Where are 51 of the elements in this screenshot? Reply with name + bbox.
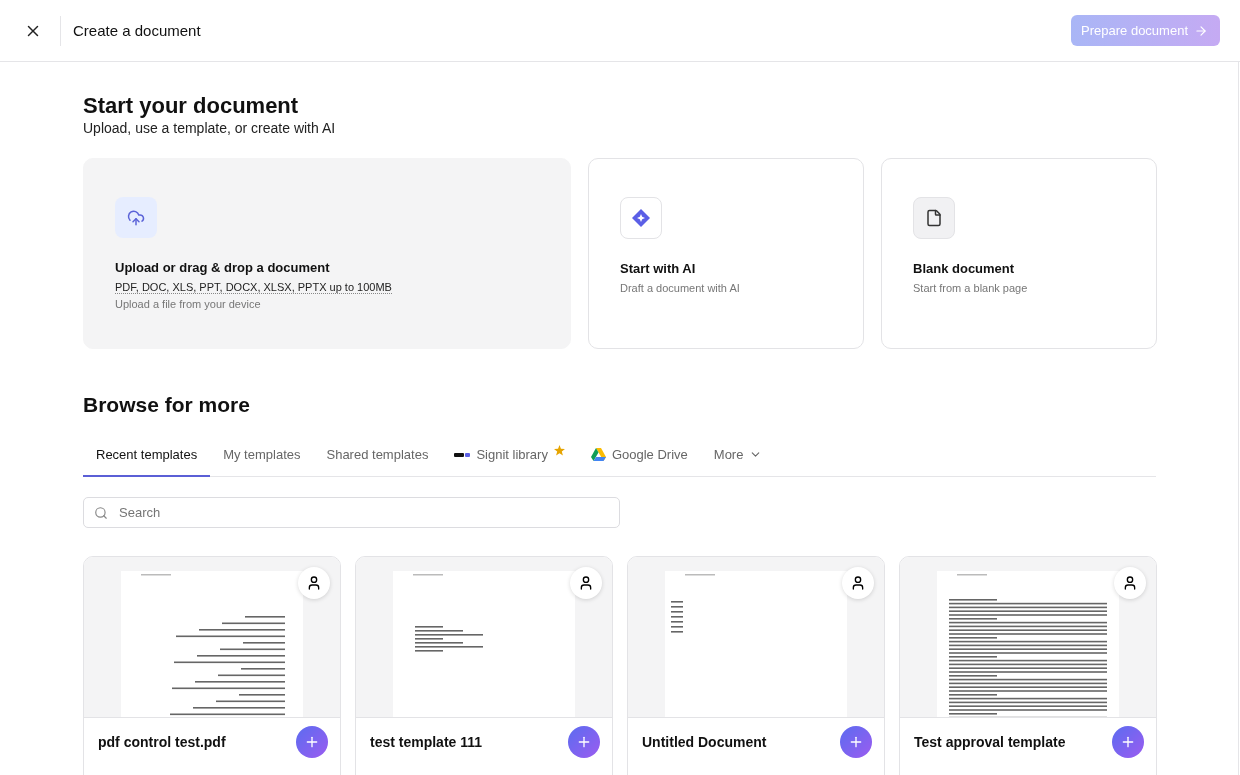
section-heading: Browse for more	[83, 393, 251, 417]
user-button[interactable]	[570, 567, 602, 599]
user-button[interactable]	[1114, 567, 1146, 599]
file-formats: PDF, DOC, XLS, PPT, DOCX, XLSX, PPTX up to 100MB	[115, 281, 392, 294]
option-description: Start from a blank page	[913, 282, 1029, 294]
option-description: Draft a document with AI	[620, 282, 741, 294]
template-name: pdf control test.pdf	[98, 734, 226, 750]
upload-dropzone[interactable]: Upload or drag & drop a document PDF, DOC, XLS, PPT, DOCX, XLSX, PPTX up to 100MB Upload a file from your device	[83, 158, 571, 349]
tab[interactable]: More	[700, 435, 776, 477]
add-button[interactable]	[568, 726, 600, 758]
template-name: test template 111	[370, 734, 483, 750]
page-title: Create a document	[73, 22, 202, 39]
template-card[interactable]: Untitled Document	[627, 556, 885, 775]
plus-icon	[304, 734, 320, 750]
logo-icon	[454, 450, 471, 459]
template-card[interactable]: pdf control test.pdf	[83, 556, 341, 775]
option-title: Blank document	[913, 261, 1016, 276]
tab[interactable]: My templates	[210, 435, 314, 477]
template-card[interactable]: Test approval template	[899, 556, 1157, 775]
option-title: Upload or drag & drop a document	[115, 260, 331, 275]
template-name: Test approval template	[914, 734, 1066, 750]
tab[interactable]: Signit library	[441, 435, 578, 477]
template-card[interactable]: test template 111	[355, 556, 613, 775]
add-button[interactable]	[1112, 726, 1144, 758]
option-card[interactable]: Start with AI Draft a document with AI	[588, 158, 864, 349]
tab[interactable]: Shared templates	[313, 435, 442, 477]
user-icon	[850, 575, 866, 591]
add-button[interactable]	[840, 726, 872, 758]
user-icon	[578, 575, 594, 591]
user-button[interactable]	[298, 567, 330, 599]
section-heading: Start your document	[83, 92, 300, 120]
plus-icon	[1120, 734, 1136, 750]
user-icon	[306, 575, 322, 591]
triangle-logo-icon	[590, 448, 606, 461]
option-description: Upload a file from your device	[115, 298, 262, 310]
section-subtitle: Upload, use a template, or create with AI	[83, 120, 337, 136]
plus-icon	[576, 734, 592, 750]
tab[interactable]: Google Drive	[577, 435, 701, 477]
file-icon	[925, 209, 943, 227]
tab[interactable]: Recent templates	[83, 435, 211, 477]
user-button[interactable]	[842, 567, 874, 599]
option-card[interactable]: Blank document Start from a blank page	[881, 158, 1157, 349]
search-icon	[94, 506, 108, 520]
plus-icon	[848, 734, 864, 750]
add-button[interactable]	[296, 726, 328, 758]
search-field[interactable]: Search	[83, 497, 620, 528]
option-title: Start with AI	[620, 261, 697, 276]
cloud-upload-icon	[127, 208, 145, 227]
diamond-sparkle-icon	[631, 208, 651, 228]
user-icon	[1122, 575, 1138, 591]
template-name: Untitled Document	[642, 734, 767, 750]
